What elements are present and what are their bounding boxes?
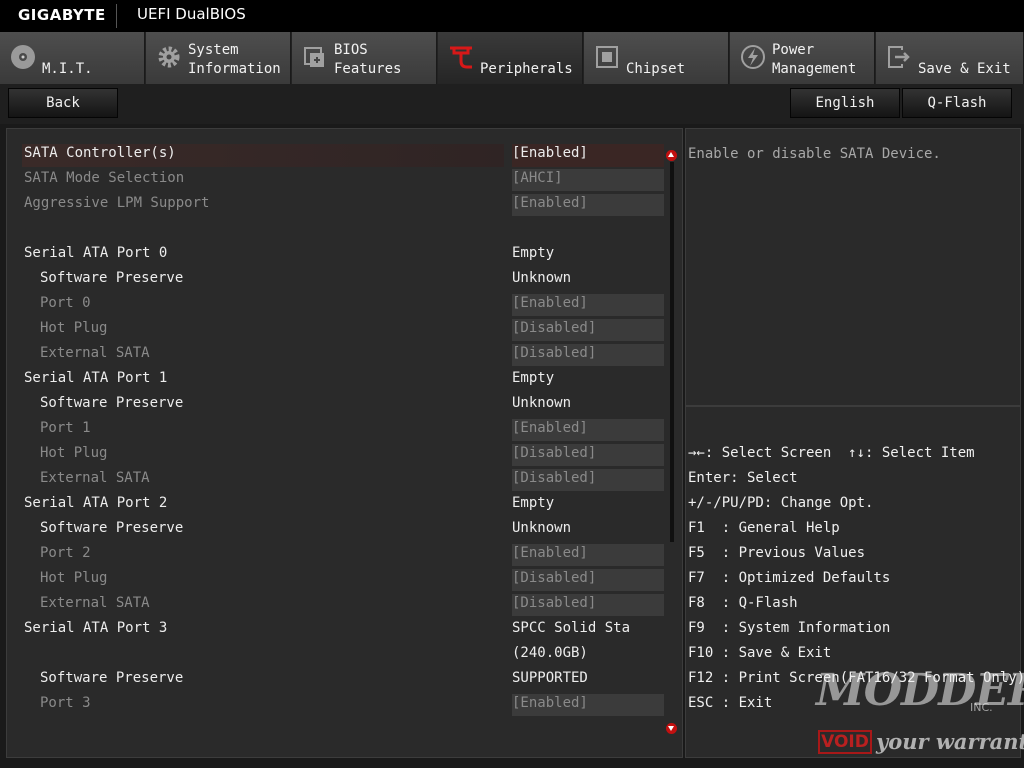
language-button[interactable]: English [790,88,900,118]
chip-icon [596,46,618,68]
port-status: Empty [512,370,555,386]
setting-label: SATA Mode Selection [24,170,185,186]
setting-value: [Enabled] [512,420,588,436]
tab-label: Save & Exit [918,61,1011,77]
setting-value: Unknown [512,520,572,536]
setting-value: [Disabled] [512,320,597,336]
port-status: Empty [512,495,555,511]
key-hint: F5 : Previous Values [688,545,866,561]
tab-peripherals[interactable]: Peripherals [438,32,583,84]
back-button[interactable]: Back [8,88,118,118]
setting-value: [Enabled] [512,695,588,711]
key-hint: +/-/PU/PD: Change Opt. [688,495,874,511]
disc-icon [11,45,35,69]
setting-label: External SATA [40,470,150,486]
power-icon [741,45,765,69]
setting-value: [Disabled] [512,445,597,461]
tab-bios-features[interactable]: BIOS Features [292,32,437,84]
setting-label: Hot Plug [40,445,108,461]
key-hint: F9 : System Information [688,620,891,636]
setting-label: External SATA [40,595,150,611]
setting-label: Software Preserve [40,395,184,411]
port-status: Empty [512,245,555,261]
setting-label: External SATA [40,345,150,361]
main-tabs: M.I.T. System Information BIOS Features … [0,32,1024,84]
port-header: Serial ATA Port 1 [24,370,168,386]
tab-label: Power Management [772,41,856,79]
scrollbar[interactable] [670,162,674,542]
tab-label: M.I.T. [42,61,93,77]
port-header: Serial ATA Port 3 [24,620,168,636]
watermark-tagline: your warranty [876,729,1024,754]
watermark-name: MODDERS [816,665,1024,716]
peripherals-plug-icon [450,46,472,69]
setting-value[interactable]: [Enabled] [512,143,588,163]
key-hint: ESC : Exit [688,695,773,711]
gigabyte-logo: GIGABYTE [18,6,106,24]
setting-label[interactable]: SATA Controller(s) [24,143,176,163]
setting-value: [Enabled] [512,545,588,561]
setting-label: Port 2 [40,545,91,561]
watermark-inc: INC. [970,701,993,714]
setting-label: Port 1 [40,420,91,436]
header-divider [116,4,117,28]
key-hint: F8 : Q-Flash [688,595,798,611]
setting-label: Software Preserve [40,270,184,286]
title-bar: GIGABYTE UEFI DualBIOS [0,0,1024,32]
tab-mit[interactable]: M.I.T. [0,32,145,84]
sub-toolbar: Back English Q-Flash [0,84,1024,124]
tab-label-line1: Power [772,42,815,58]
tab-label-line2: Information [188,61,281,77]
setting-value: [Disabled] [512,345,597,361]
setting-value: Unknown [512,395,572,411]
watermark-void-stamp: VOID [818,730,872,754]
setting-value: [Disabled] [512,570,597,586]
tab-label-line1: System [188,42,239,58]
tab-label: System Information [188,41,281,79]
setting-label: Software Preserve [40,520,184,536]
setting-label: Aggressive LPM Support [24,195,210,211]
watermark: MODDERS INC. VOID your warranty [816,665,1024,765]
tab-label-line2: Features [334,61,402,77]
key-hint: F1 : General Help [688,520,840,536]
help-description: Enable or disable SATA Device. [688,146,941,162]
help-panel [685,128,1021,406]
setting-value: [Enabled] [512,195,588,211]
setting-value: [Disabled] [512,470,597,486]
tab-chipset[interactable]: Chipset [584,32,729,84]
setting-label: Hot Plug [40,320,108,336]
tab-label: Chipset [626,61,686,77]
port-header: Serial ATA Port 2 [24,495,168,511]
setting-label: Software Preserve [40,670,184,686]
setting-value: [Disabled] [512,595,597,611]
key-hint: F10 : Save & Exit [688,645,832,661]
key-hint: F7 : Optimized Defaults [688,570,891,586]
setting-label: Port 3 [40,695,91,711]
setting-value: Unknown [512,270,572,286]
tab-system-information[interactable]: System Information [146,32,291,84]
gear-icon [158,46,180,68]
tab-label-line1: BIOS [334,42,368,58]
qflash-button[interactable]: Q-Flash [902,88,1012,118]
setting-label: Hot Plug [40,570,108,586]
tab-label: BIOS Features [334,41,401,79]
port-header: Serial ATA Port 0 [24,245,168,261]
bios-chip-icon [304,47,324,67]
key-hint: →←: Select Screen ↑↓: Select Item [688,445,975,461]
tab-label: Peripherals [480,61,573,77]
key-hint: Enter: Select [688,470,798,486]
app-title: UEFI DualBIOS [137,5,246,23]
tab-label-line2: Management [772,61,857,77]
tab-power-management[interactable]: Power Management [730,32,875,84]
tab-save-exit[interactable]: Save & Exit [876,32,1024,84]
scroll-down-icon[interactable] [666,723,677,734]
setting-value: [AHCI] [512,170,563,186]
scroll-up-icon[interactable] [666,150,677,161]
port-capacity: (240.0GB) [512,645,588,661]
setting-value: [Enabled] [512,295,588,311]
exit-icon [888,46,910,68]
setting-value: SUPPORTED [512,670,588,686]
port-status: SPCC Solid Sta [512,620,631,636]
setting-label: Port 0 [40,295,91,311]
